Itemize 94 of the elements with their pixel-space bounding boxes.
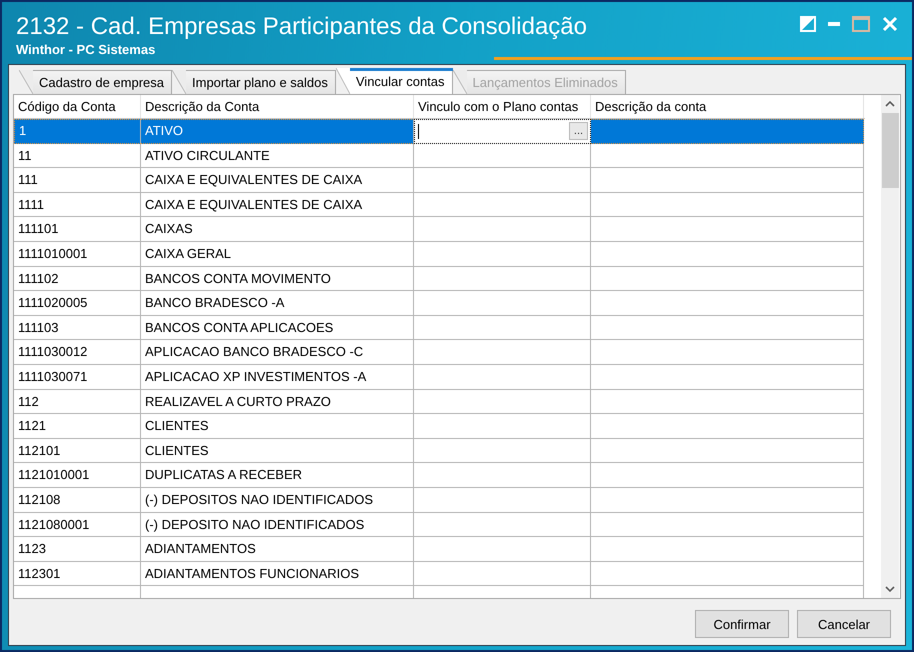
column-header[interactable]: Código da Conta: [14, 95, 141, 118]
table-cell[interactable]: [591, 414, 864, 439]
table-cell[interactable]: 1111010001: [14, 242, 141, 267]
table-cell[interactable]: 111: [14, 168, 141, 193]
table-cell[interactable]: [414, 168, 591, 193]
table-cell[interactable]: 1121: [14, 414, 141, 439]
cancel-button[interactable]: Cancelar: [797, 610, 891, 638]
table-cell[interactable]: [414, 192, 591, 218]
table-cell[interactable]: 1121010001: [14, 463, 141, 488]
table-cell[interactable]: 11: [14, 144, 141, 168]
table-cell[interactable]: CAIXA E EQUIVALENTES DE CAIXA: [141, 192, 414, 218]
table-cell[interactable]: [591, 242, 864, 267]
table-cell[interactable]: 1111030071: [14, 364, 141, 390]
table-cell[interactable]: 1111030012: [14, 340, 141, 365]
table-cell[interactable]: CAIXAS: [141, 217, 414, 242]
table-cell[interactable]: ATIVO: [141, 119, 414, 144]
table-cell[interactable]: [414, 537, 591, 562]
table-cell[interactable]: 111102: [14, 266, 141, 292]
tab[interactable]: Importar plano e saldos: [172, 70, 336, 94]
scrollbar[interactable]: [881, 95, 899, 598]
table-cell[interactable]: [591, 488, 864, 512]
table-cell[interactable]: [591, 463, 864, 488]
table-cell[interactable]: [414, 512, 591, 538]
table-cell[interactable]: [591, 168, 864, 193]
table-cell[interactable]: [414, 144, 591, 168]
table-cell[interactable]: REALIZAVEL A CURTO PRAZO: [141, 390, 414, 414]
table-cell[interactable]: (-) DEPOSITO NAO IDENTIFICADOS: [141, 512, 414, 538]
table-cell[interactable]: [414, 488, 591, 512]
table-cell[interactable]: [414, 340, 591, 365]
table-cell[interactable]: [414, 438, 591, 464]
table-cell[interactable]: 1123: [14, 537, 141, 562]
column-header[interactable]: Vinculo com o Plano contas: [414, 95, 591, 118]
table-cell[interactable]: [414, 217, 591, 242]
window-subtitle: Winthor - PC Sistemas: [16, 42, 156, 58]
table-cell[interactable]: BANCOS CONTA APLICACOES: [141, 316, 414, 340]
column-header[interactable]: Descrição da Conta: [141, 95, 414, 118]
table-cell[interactable]: [414, 390, 591, 414]
close-icon[interactable]: [882, 16, 898, 32]
table-cell[interactable]: 1111020005: [14, 291, 141, 316]
table-cell[interactable]: APLICACAO XP INVESTIMENTOS -A: [141, 364, 414, 390]
table-cell[interactable]: CLIENTES: [141, 438, 414, 464]
table-cell[interactable]: [591, 192, 864, 218]
window-title: 2132 - Cad. Empresas Participantes da Consolidação: [16, 13, 587, 41]
table-cell[interactable]: [591, 562, 864, 586]
table-cell[interactable]: ATIVO CIRCULANTE: [141, 144, 414, 168]
tab[interactable]: Cadastro de empresa: [19, 70, 172, 94]
table-cell[interactable]: [591, 340, 864, 365]
chevron-up-icon[interactable]: [885, 101, 895, 107]
table-cell[interactable]: [591, 364, 864, 390]
table-cell[interactable]: 112108: [14, 488, 141, 512]
table-cell[interactable]: [591, 144, 864, 168]
table-cell[interactable]: 112: [14, 390, 141, 414]
table-cell[interactable]: BANCO BRADESCO -A: [141, 291, 414, 316]
table-cell[interactable]: CAIXA E EQUIVALENTES DE CAIXA: [141, 168, 414, 193]
table-cell[interactable]: 112301: [14, 562, 141, 586]
table-cell[interactable]: [591, 438, 864, 464]
chevron-down-icon[interactable]: [885, 586, 895, 592]
confirm-button[interactable]: Confirmar: [695, 610, 789, 638]
table-cell[interactable]: [414, 291, 591, 316]
table-cell[interactable]: [414, 266, 591, 292]
table-cell[interactable]: BANCOS CONTA MOVIMENTO: [141, 266, 414, 292]
table-cell[interactable]: [414, 242, 591, 267]
table-cell[interactable]: [591, 316, 864, 340]
table-cell[interactable]: CAIXA GERAL: [141, 242, 414, 267]
table-cell[interactable]: [414, 562, 591, 586]
table-cell[interactable]: 111103: [14, 316, 141, 340]
table-cell[interactable]: (-) DEPOSITOS NAO IDENTIFICADOS: [141, 488, 414, 512]
table-cell[interactable]: [414, 316, 591, 340]
table-cell[interactable]: ADIANTAMENTOS FUNCIONARIOS: [141, 562, 414, 586]
table-cell[interactable]: 112101: [14, 438, 141, 464]
table-cell[interactable]: 1111: [14, 192, 141, 218]
table-cell[interactable]: 1121080001: [14, 512, 141, 538]
table-cell[interactable]: 1: [14, 119, 141, 144]
table-cell[interactable]: [414, 364, 591, 390]
table-cell[interactable]: APLICACAO BANCO BRADESCO -C: [141, 340, 414, 365]
table-cell[interactable]: [591, 119, 864, 144]
table-cell[interactable]: [591, 512, 864, 538]
table-cell[interactable]: [591, 217, 864, 242]
scrollbar-thumb[interactable]: [882, 113, 898, 188]
column-header[interactable]: Descrição da conta: [591, 95, 864, 118]
table-cell[interactable]: [591, 291, 864, 316]
table-cell[interactable]: 111101: [14, 217, 141, 242]
lookup-button[interactable]: ...: [569, 122, 588, 140]
contrast-icon[interactable]: [800, 16, 816, 32]
table-cell[interactable]: [414, 463, 591, 488]
table-cell[interactable]: [591, 266, 864, 292]
table-cell[interactable]: ADIANTAMENTOS: [141, 537, 414, 562]
table-cell[interactable]: [591, 537, 864, 562]
input-field[interactable]: ...: [414, 119, 591, 144]
table-cell[interactable]: [591, 390, 864, 414]
table-cell[interactable]: [414, 414, 591, 439]
table-cell[interactable]: DUPLICATAS A RECEBER: [141, 463, 414, 488]
table-cell[interactable]: CLIENTES: [141, 414, 414, 439]
tab[interactable]: Vincular contas: [336, 68, 453, 94]
